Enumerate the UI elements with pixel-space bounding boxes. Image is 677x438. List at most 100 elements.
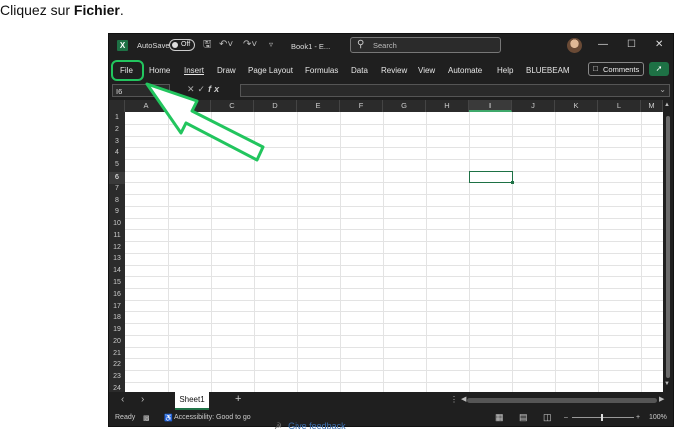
row-header-1[interactable]: 1 bbox=[109, 114, 125, 121]
tab-automate[interactable]: Automate bbox=[448, 66, 482, 75]
chevron-down-icon[interactable]: ⌄ bbox=[659, 85, 666, 94]
row-header-16[interactable]: 16 bbox=[109, 291, 125, 298]
zoom-out-icon[interactable]: – bbox=[564, 414, 568, 421]
formula-input[interactable]: ⌄ bbox=[240, 84, 670, 97]
tab-review[interactable]: Review bbox=[381, 66, 407, 75]
column-header-h[interactable]: H bbox=[426, 100, 469, 112]
tab-bluebeam[interactable]: BLUEBEAM bbox=[526, 66, 570, 75]
column-header-m[interactable]: M bbox=[641, 100, 663, 112]
zoom-slider-thumb[interactable] bbox=[601, 414, 603, 421]
sheet-tab-sheet1[interactable]: Sheet1 bbox=[175, 392, 209, 410]
row-header-13[interactable]: 13 bbox=[109, 255, 125, 262]
tab-data[interactable]: Data bbox=[351, 66, 368, 75]
column-header-a[interactable]: A bbox=[125, 100, 168, 112]
row-header-21[interactable]: 21 bbox=[109, 350, 125, 357]
search-box[interactable]: ⚲ Search bbox=[350, 37, 501, 53]
row-header-7[interactable]: 7 bbox=[109, 185, 125, 192]
tab-help[interactable]: Help bbox=[497, 66, 513, 75]
column-header-j[interactable]: J bbox=[512, 100, 555, 112]
tab-insert[interactable]: Insert bbox=[184, 66, 204, 75]
row-header-10[interactable]: 10 bbox=[109, 220, 125, 227]
name-box[interactable]: I6 bbox=[112, 84, 170, 97]
row-header-8[interactable]: 8 bbox=[109, 197, 125, 204]
page-layout-view-icon[interactable]: ▤ bbox=[519, 412, 528, 423]
column-header-k[interactable]: K bbox=[555, 100, 598, 112]
row-header-3[interactable]: 3 bbox=[109, 138, 125, 145]
column-header-l[interactable]: L bbox=[598, 100, 641, 112]
zoom-level[interactable]: 100% bbox=[649, 414, 667, 421]
accessibility-icon[interactable]: ♿ bbox=[164, 414, 173, 422]
page-break-view-icon[interactable]: ◫ bbox=[543, 412, 552, 423]
vertical-scrollbar[interactable]: ▲ ▼ bbox=[663, 100, 673, 392]
fill-handle[interactable] bbox=[511, 181, 514, 185]
column-header-d[interactable]: D bbox=[254, 100, 297, 112]
row-header-4[interactable]: 4 bbox=[109, 149, 125, 156]
share-button[interactable]: ➚ bbox=[649, 62, 669, 76]
undo-icon[interactable]: ↶˅ bbox=[219, 39, 233, 51]
column-header-b[interactable]: B bbox=[168, 100, 211, 112]
row-header-15[interactable]: 15 bbox=[109, 279, 125, 286]
scroll-up-icon[interactable]: ▲ bbox=[664, 102, 670, 108]
tab-view[interactable]: View bbox=[418, 66, 435, 75]
zoom-in-icon[interactable]: + bbox=[636, 414, 640, 421]
more-options-icon[interactable]: ⋮ bbox=[450, 395, 458, 404]
tab-page-layout[interactable]: Page Layout bbox=[248, 66, 293, 75]
zoom-slider-track[interactable] bbox=[572, 417, 634, 418]
row-header-12[interactable]: 12 bbox=[109, 244, 125, 251]
row-header-14[interactable]: 14 bbox=[109, 267, 125, 274]
horizontal-scrollbar[interactable] bbox=[467, 398, 657, 403]
column-header-i[interactable]: I bbox=[469, 100, 512, 112]
normal-view-icon[interactable]: ▦ bbox=[495, 412, 504, 423]
enter-icon[interactable]: ✓ bbox=[198, 84, 209, 94]
row-header-2[interactable]: 2 bbox=[109, 126, 125, 133]
tab-home[interactable]: Home bbox=[149, 66, 170, 75]
row-header-18[interactable]: 18 bbox=[109, 314, 125, 321]
selected-cell-i6[interactable] bbox=[469, 170, 514, 185]
select-all-corner[interactable] bbox=[109, 100, 125, 112]
row-header-19[interactable]: 19 bbox=[109, 326, 125, 333]
autosave-toggle[interactable]: Off bbox=[169, 39, 195, 51]
function-icon[interactable]: fx bbox=[208, 84, 222, 94]
row-header-5[interactable]: 5 bbox=[109, 161, 125, 168]
comments-button[interactable]: □ Comments bbox=[588, 62, 644, 76]
avatar[interactable] bbox=[567, 38, 582, 53]
row-header-20[interactable]: 20 bbox=[109, 338, 125, 345]
vertical-scroll-thumb[interactable] bbox=[666, 116, 670, 378]
row-header-9[interactable]: 9 bbox=[109, 208, 125, 215]
column-header-g[interactable]: G bbox=[383, 100, 426, 112]
tab-draw[interactable]: Draw bbox=[217, 66, 236, 75]
tab-file[interactable]: File bbox=[120, 66, 133, 75]
status-bar: Ready ▩ ♿ Accessibility: Good to go ▦ ▤ … bbox=[109, 410, 673, 426]
tab-formulas[interactable]: Formulas bbox=[305, 66, 338, 75]
scroll-down-icon[interactable]: ▼ bbox=[664, 381, 670, 387]
accessibility-status[interactable]: Accessibility: Good to go bbox=[174, 414, 251, 421]
row-header-24[interactable]: 24 bbox=[109, 385, 125, 392]
close-icon[interactable]: ✕ bbox=[655, 39, 663, 51]
worksheet-grid[interactable] bbox=[125, 112, 663, 392]
macro-icon[interactable]: ▩ bbox=[143, 414, 150, 422]
row-header-17[interactable]: 17 bbox=[109, 303, 125, 310]
cancel-icon[interactable]: ✕ bbox=[187, 84, 198, 94]
add-sheet-icon[interactable]: + bbox=[235, 393, 241, 405]
workbook-title: Book1 - E... bbox=[291, 42, 331, 51]
maximize-icon[interactable]: ☐ bbox=[627, 39, 636, 51]
save-icon[interactable]: 🖫 bbox=[203, 39, 212, 51]
minimize-icon[interactable]: — bbox=[598, 39, 608, 51]
column-header-f[interactable]: F bbox=[340, 100, 383, 112]
row-header-23[interactable]: 23 bbox=[109, 373, 125, 380]
customize-icon[interactable]: ▿ bbox=[269, 39, 273, 51]
column-header-e[interactable]: E bbox=[297, 100, 340, 112]
row-header-6[interactable]: 6 bbox=[109, 172, 125, 184]
prev-sheet-icon[interactable]: ‹ bbox=[121, 394, 124, 405]
column-header-c[interactable]: C bbox=[211, 100, 254, 112]
scroll-right-icon[interactable]: ▶ bbox=[659, 395, 664, 403]
scroll-left-icon[interactable]: ◀ bbox=[461, 395, 466, 403]
excel-logo-icon: X bbox=[117, 40, 128, 51]
autosave-label: AutoSave bbox=[137, 41, 170, 50]
row-header-11[interactable]: 11 bbox=[109, 232, 125, 239]
status-ready: Ready bbox=[115, 414, 136, 421]
give-feedback-link[interactable]: ☭ Give feedback bbox=[274, 421, 346, 432]
row-header-22[interactable]: 22 bbox=[109, 361, 125, 368]
next-sheet-icon[interactable]: › bbox=[141, 394, 144, 405]
redo-icon[interactable]: ↷˅ bbox=[243, 39, 257, 51]
